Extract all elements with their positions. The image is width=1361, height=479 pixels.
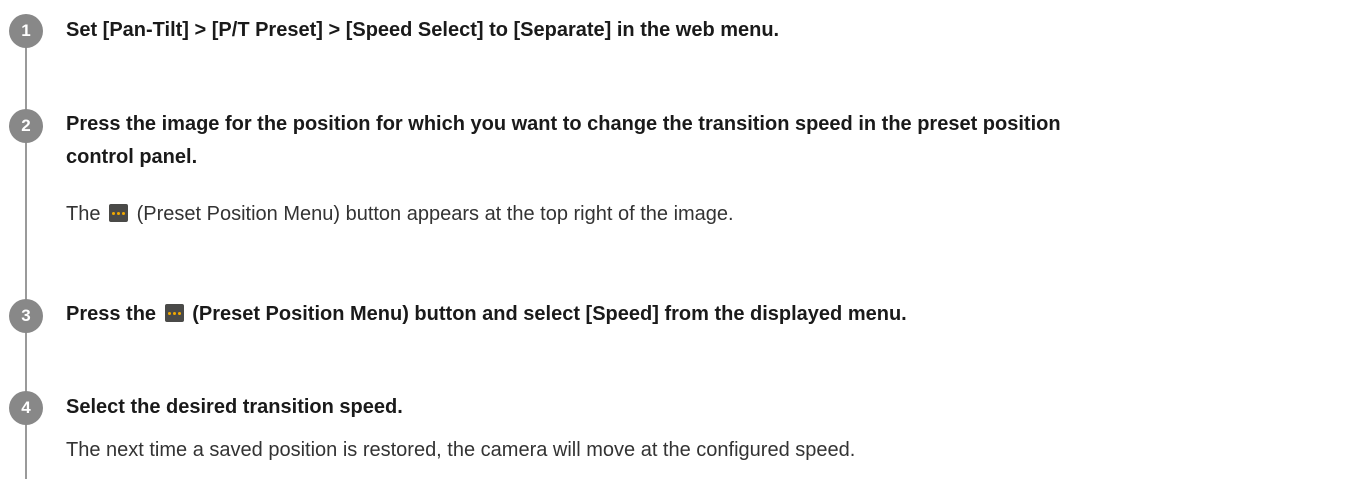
procedure-steps: 1 Set [Pan-Tilt] > [P/T Preset] > [Speed… (0, 0, 1361, 479)
step-title: Select the desired transition speed. (66, 396, 403, 418)
step-title: Press the image for the position for whi… (66, 108, 1061, 174)
step-number-badge: 3 (9, 299, 43, 333)
step-description: The (Preset Position Menu) button appear… (66, 200, 734, 228)
preset-position-menu-icon (109, 204, 129, 222)
preset-position-menu-icon (164, 304, 184, 322)
step-description-text-before: The (66, 203, 101, 225)
step-number-badge: 4 (9, 391, 43, 425)
step-title: Press the (Preset Position Menu) button … (66, 298, 907, 331)
step-title: Set [Pan-Tilt] > [P/T Preset] > [Speed S… (66, 19, 780, 41)
step-description: The next time a saved position is restor… (66, 439, 856, 461)
step-title-text-before: Press the (66, 303, 157, 325)
step-description-text-after: (Preset Position Menu) button appears at… (136, 203, 734, 225)
step-number-badge: 1 (9, 14, 43, 48)
step-title-line-2: control panel. (66, 146, 198, 168)
step-number-badge: 2 (9, 109, 43, 143)
step-title-text-after: (Preset Position Menu) button and select… (192, 303, 907, 325)
step-title-line-1: Press the image for the position for whi… (66, 113, 1061, 135)
